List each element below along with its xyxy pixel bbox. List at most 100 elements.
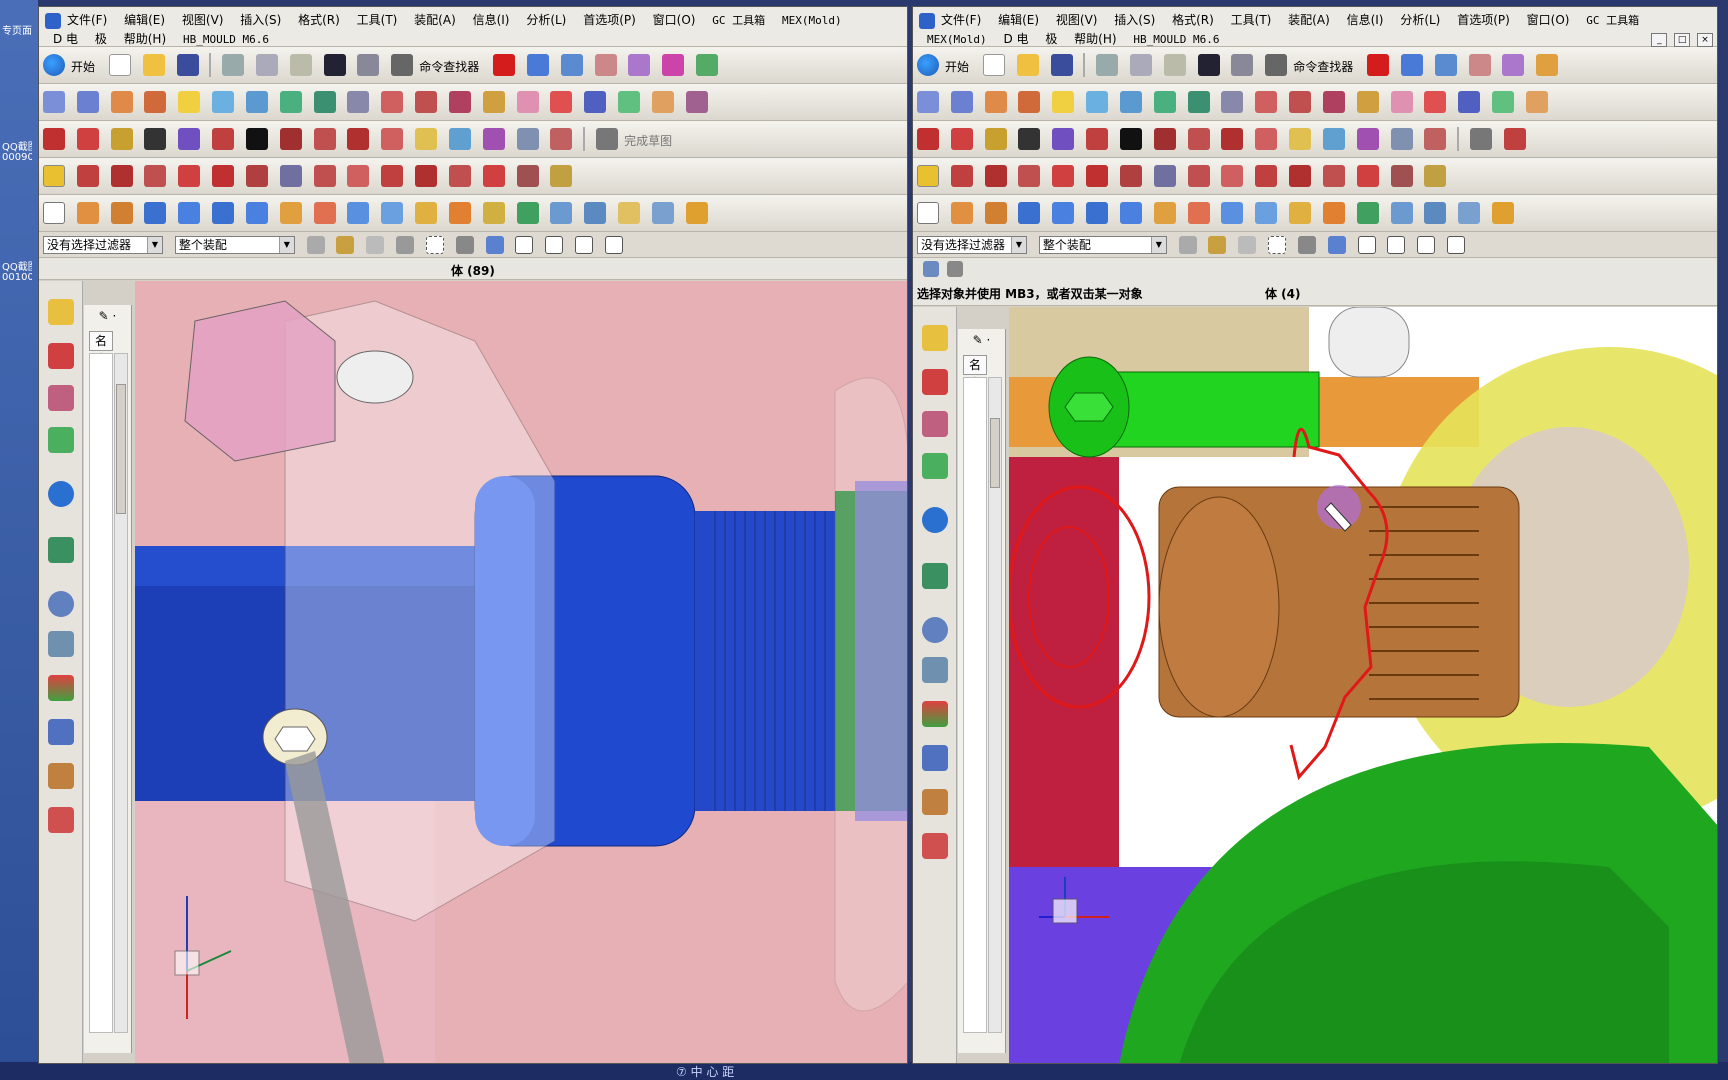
scrollbar-thumb[interactable] — [990, 418, 1000, 488]
trim-icon[interactable] — [347, 128, 370, 150]
extend-icon[interactable] — [1255, 128, 1278, 150]
surface-icon[interactable] — [144, 91, 167, 113]
menu-file[interactable]: 文件(F) — [941, 11, 981, 28]
circle-point-icon[interactable] — [1390, 165, 1413, 187]
line-icon[interactable] — [950, 165, 973, 187]
constraint-navigator-icon[interactable] — [922, 369, 948, 395]
system-scenes-icon[interactable] — [922, 833, 948, 859]
surface-icon[interactable] — [651, 91, 674, 113]
measure-icon[interactable] — [696, 54, 719, 76]
surface-icon[interactable] — [1356, 91, 1379, 113]
block-icon[interactable] — [144, 202, 167, 224]
line-icon[interactable] — [43, 128, 65, 150]
move-icon[interactable] — [662, 54, 685, 76]
finish-sketch-button[interactable]: 完成草图 — [624, 132, 672, 149]
surface-icon[interactable] — [1255, 91, 1278, 113]
spline-icon[interactable] — [212, 128, 235, 150]
system-materials-icon[interactable] — [922, 657, 948, 683]
paste-icon[interactable] — [289, 54, 312, 76]
surface-icon[interactable] — [950, 91, 973, 113]
pocket-icon[interactable] — [1322, 202, 1345, 224]
thread-icon[interactable] — [584, 202, 607, 224]
curve-icon[interactable] — [245, 165, 268, 187]
finish-sketch-icon[interactable] — [1470, 128, 1493, 150]
menu-electrode[interactable]: D 电 — [53, 30, 78, 47]
menu-edit[interactable]: 编辑(E) — [124, 11, 165, 28]
snap-icon[interactable] — [923, 261, 939, 277]
surface-icon[interactable] — [415, 91, 438, 113]
surface-icon[interactable] — [685, 91, 708, 113]
revolve-icon[interactable] — [313, 202, 336, 224]
info-icon[interactable] — [1400, 54, 1423, 76]
surface-icon[interactable] — [279, 91, 302, 113]
curve-icon[interactable] — [1119, 165, 1142, 187]
column-header-name[interactable]: 名称 — [963, 355, 987, 390]
pattern-icon[interactable] — [482, 128, 505, 150]
cylinder-icon[interactable] — [1255, 202, 1278, 224]
box-select-icon[interactable] — [425, 236, 444, 254]
snap-icon[interactable] — [306, 236, 325, 254]
assembly-navigator-icon[interactable] — [922, 325, 948, 351]
project-icon[interactable] — [516, 128, 539, 150]
menu-edit[interactable]: 编辑(E) — [998, 11, 1039, 28]
layer-icon[interactable] — [1434, 54, 1457, 76]
menu-view[interactable]: 视图(V) — [182, 11, 224, 28]
menu-insert[interactable]: 插入(S) — [1114, 11, 1155, 28]
center-snap-icon[interactable] — [575, 236, 594, 254]
open-folder-icon[interactable] — [1016, 54, 1039, 76]
grid-icon[interactable] — [1153, 165, 1176, 187]
cut-icon[interactable] — [222, 54, 245, 76]
undo-icon[interactable] — [323, 54, 346, 76]
snap-icon[interactable] — [1208, 236, 1227, 254]
spline-icon[interactable] — [1086, 128, 1109, 150]
offset-icon[interactable] — [415, 128, 438, 150]
surface-icon[interactable] — [618, 91, 641, 113]
chain-icon[interactable] — [43, 165, 65, 187]
offset-icon[interactable] — [1289, 128, 1312, 150]
binoculars-icon[interactable] — [391, 54, 414, 76]
snap-icon[interactable] — [1178, 236, 1197, 254]
system-materials-icon[interactable] — [48, 631, 74, 657]
menu-format[interactable]: 格式(R) — [298, 11, 340, 28]
binoculars-icon[interactable] — [1265, 54, 1288, 76]
circle-point-icon[interactable] — [381, 165, 404, 187]
info-icon[interactable] — [526, 54, 549, 76]
book-icon[interactable] — [76, 202, 99, 224]
menu-insert[interactable]: 插入(S) — [240, 11, 281, 28]
curve-icon[interactable] — [1503, 128, 1526, 150]
surface-icon[interactable] — [347, 91, 370, 113]
surface-icon[interactable] — [43, 91, 65, 113]
menu-info[interactable]: 信息(I) — [1347, 11, 1384, 28]
corner-icon[interactable] — [1221, 165, 1244, 187]
start-icon[interactable] — [917, 54, 939, 76]
circle-point-icon[interactable] — [1255, 165, 1278, 187]
menu-hb-mould[interactable]: HB_MOULD M6.6 — [183, 33, 269, 46]
boss-icon[interactable] — [1289, 202, 1312, 224]
hole-icon[interactable] — [1221, 202, 1244, 224]
save-icon[interactable] — [1050, 54, 1073, 76]
menu-mex-mold[interactable]: MEX(Mold) — [927, 33, 987, 46]
shell-icon[interactable] — [1492, 202, 1515, 224]
navigator-list[interactable] — [963, 377, 987, 1033]
chain-icon[interactable] — [917, 165, 939, 187]
revolve-icon[interactable] — [1187, 202, 1210, 224]
rectangle-icon[interactable] — [144, 128, 167, 150]
navigator-pin-icon[interactable]: ✎ · — [84, 305, 131, 327]
circle-point-icon[interactable] — [482, 165, 505, 187]
fillet-icon[interactable] — [279, 128, 302, 150]
constraint-navigator-icon[interactable] — [48, 343, 74, 369]
menu-analysis[interactable]: 分析(L) — [526, 11, 566, 28]
arc-icon[interactable] — [178, 165, 201, 187]
surface-icon[interactable] — [1119, 91, 1142, 113]
reuse-library-icon[interactable] — [922, 453, 948, 479]
yin-yang-icon[interactable] — [493, 54, 516, 76]
midpoint-snap-icon[interactable] — [545, 236, 564, 254]
menu-electrode[interactable]: D 电 — [1003, 30, 1028, 47]
web-browser-icon[interactable] — [922, 507, 948, 533]
surface-icon[interactable] — [212, 91, 235, 113]
assembly-scope-dropdown[interactable]: 整个装配 ▼ — [1038, 236, 1167, 254]
chamfer-icon[interactable] — [651, 202, 674, 224]
history-icon[interactable] — [48, 537, 74, 563]
web-browser-icon[interactable] — [48, 481, 74, 507]
start-button[interactable]: 开始 — [71, 58, 95, 75]
